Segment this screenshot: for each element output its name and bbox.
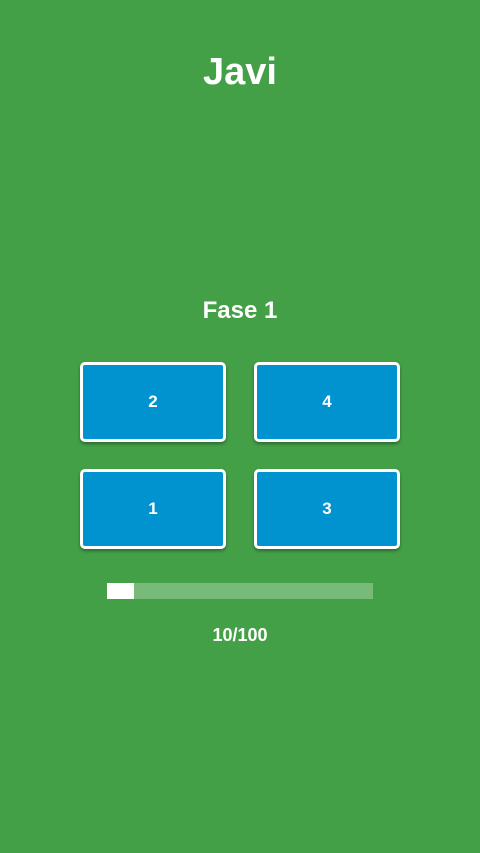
tile-grid: 2 4 1 3 xyxy=(80,362,400,549)
phase-title: Fase 1 xyxy=(202,297,278,324)
player-name: Javi xyxy=(203,51,277,93)
progress-counter: 10/100 xyxy=(212,625,268,645)
progress-bar-fill xyxy=(107,583,134,599)
number-tile-button[interactable]: 1 xyxy=(80,469,226,549)
number-tile-button[interactable]: 4 xyxy=(254,362,400,442)
number-tile-button[interactable]: 2 xyxy=(80,362,226,442)
progress-bar xyxy=(107,583,373,599)
number-tile-button[interactable]: 3 xyxy=(254,469,400,549)
